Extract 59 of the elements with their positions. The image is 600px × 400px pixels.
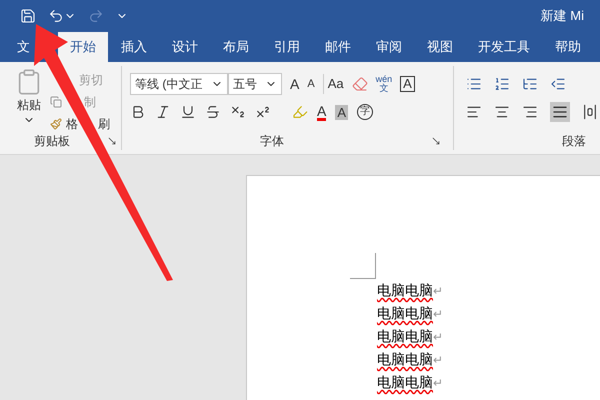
dialog-launcher-icon[interactable] xyxy=(107,136,117,146)
document-text-line: 电脑电脑 xyxy=(377,304,433,323)
ribbon-tab[interactable]: 邮件 xyxy=(313,32,363,62)
copy-icon[interactable] xyxy=(50,96,62,108)
decrease-indent-icon[interactable] xyxy=(550,76,566,92)
distributed-icon[interactable] xyxy=(582,104,598,120)
underline-icon[interactable] xyxy=(180,104,196,120)
italic-icon[interactable] xyxy=(155,104,171,120)
font-name-dropdown[interactable]: 等线 (中文正 xyxy=(130,73,228,95)
superscript-icon[interactable] xyxy=(255,104,271,120)
ribbon-tab[interactable]: 帮助 xyxy=(543,32,593,62)
paintbrush-icon[interactable] xyxy=(50,118,62,130)
subscript-icon[interactable] xyxy=(230,104,246,120)
document-text-line: 电脑电脑 xyxy=(377,350,433,369)
document-text-line: 电脑电脑 xyxy=(377,327,433,346)
font-size-dropdown[interactable]: 五号 xyxy=(228,73,282,95)
strikethrough-icon[interactable] xyxy=(205,104,221,120)
numbering-icon[interactable] xyxy=(494,76,510,92)
multilevel-list-icon[interactable] xyxy=(522,76,538,92)
grow-font-button[interactable]: A xyxy=(290,74,300,94)
paragraph-mark: ↵ xyxy=(433,306,443,322)
window-title: 新建 Mi xyxy=(540,7,584,26)
phonetic-guide-button[interactable]: wén 文 xyxy=(376,75,392,93)
paragraph-mark: ↵ xyxy=(433,352,443,368)
align-left-icon[interactable] xyxy=(466,104,482,120)
justify-button[interactable] xyxy=(550,102,570,122)
ribbon-tab[interactable]: 引用 xyxy=(262,32,312,62)
paragraph-mark: ↵ xyxy=(433,282,443,300)
ribbon-tab[interactable]: 开始 xyxy=(58,32,108,62)
align-center-icon[interactable] xyxy=(494,104,510,120)
enclose-characters-button[interactable]: 字 xyxy=(357,104,374,120)
ribbon-tab[interactable]: 插入 xyxy=(109,32,159,62)
paragraph-mark: ↵ xyxy=(433,328,443,346)
ribbon-tab[interactable]: 审阅 xyxy=(364,32,414,62)
ribbon-tab[interactable]: 文 xyxy=(14,32,32,62)
shrink-font-button[interactable]: A xyxy=(307,76,315,92)
character-border-button[interactable]: A xyxy=(400,76,415,92)
change-case-button[interactable]: Aa xyxy=(322,74,344,94)
save-icon[interactable] xyxy=(20,8,36,24)
margin-corner-mark xyxy=(350,253,376,279)
ribbon-tab[interactable]: 开发工具 xyxy=(466,32,542,62)
ribbon-tab[interactable]: 布局 xyxy=(211,32,261,62)
ribbon-tab[interactable]: 设计 xyxy=(160,32,210,62)
character-shading-button[interactable]: A xyxy=(335,104,348,120)
paste-button[interactable]: 粘贴 xyxy=(12,68,46,132)
ribbon-tab[interactable]: 视图 xyxy=(415,32,465,62)
align-right-icon[interactable] xyxy=(522,104,538,120)
document-text-line: 电脑电脑 xyxy=(377,373,433,392)
dialog-launcher-icon[interactable] xyxy=(431,136,441,146)
eraser-icon[interactable] xyxy=(352,76,368,92)
group-label: 剪贴板 xyxy=(34,133,70,150)
format-painter-label[interactable]: 刷 xyxy=(98,116,110,132)
group-label: 字体 xyxy=(260,133,284,150)
paragraph-mark: ↵ xyxy=(433,374,443,392)
document-text-line: 电脑电脑 xyxy=(377,281,433,300)
undo-icon[interactable] xyxy=(48,8,64,24)
format-painter-label[interactable]: 格 xyxy=(66,116,78,132)
group-label: 段落 xyxy=(562,133,586,150)
font-color-button[interactable]: A xyxy=(317,104,326,120)
